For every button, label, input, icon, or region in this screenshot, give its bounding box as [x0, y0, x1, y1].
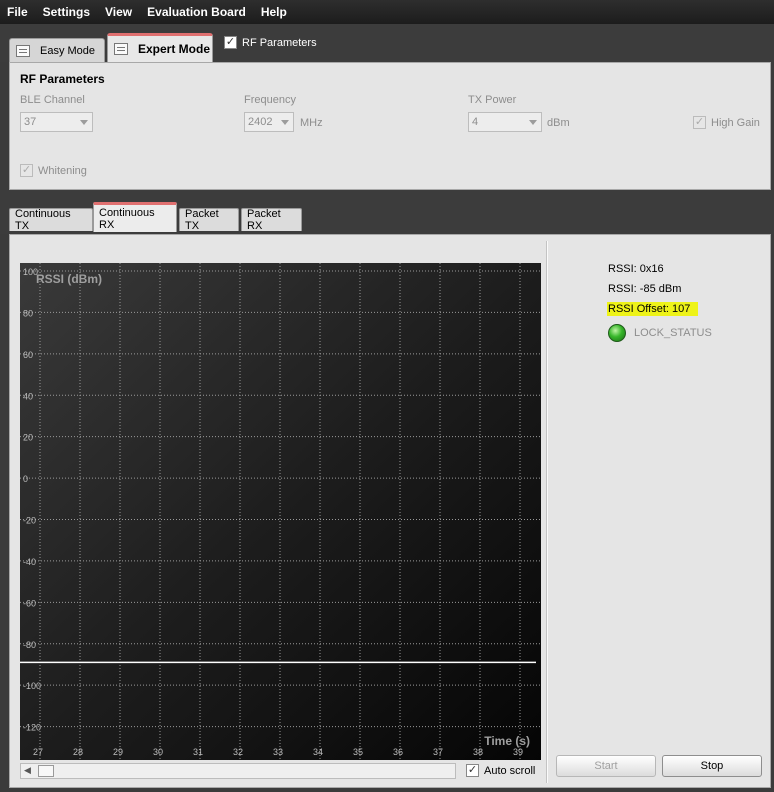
x-tick-label: 29	[113, 747, 123, 757]
y-tick-label: 40	[23, 391, 33, 401]
y-tick-label: -80	[23, 640, 36, 650]
scroll-left-icon[interactable]: ◀	[24, 765, 31, 776]
lock-status-label: LOCK_STATUS	[634, 327, 712, 339]
ble-channel-select[interactable]: 37	[20, 112, 93, 132]
x-tick-label: 30	[153, 747, 163, 757]
auto-scroll-label: Auto scroll	[484, 764, 536, 777]
x-axis-label: Time (s)	[484, 734, 530, 748]
frequency-label: Frequency	[244, 94, 296, 106]
rssi-offset-readout: RSSI Offset: 107	[607, 302, 699, 316]
frequency-value: 2402	[248, 116, 273, 128]
mode-tab-strip: Easy Mode Expert Mode ✓ RF Parameters	[0, 24, 774, 62]
easy-mode-icon	[16, 44, 30, 57]
x-tick-label: 37	[433, 747, 443, 757]
lock-status-indicator: LOCK_STATUS	[608, 324, 712, 342]
x-tick-label: 34	[313, 747, 323, 757]
stop-button[interactable]: Stop	[662, 755, 762, 777]
high-gain-checkbox[interactable]: ✓	[693, 116, 706, 129]
y-tick-label: -20	[23, 516, 36, 526]
menu-view[interactable]: View	[101, 5, 136, 19]
auto-scroll-checkbox[interactable]: ✓	[466, 764, 479, 777]
rssi-chart-svg: 27 28 29 30 31 32 33 34 35 36 37 38 39100806040200-2…	[20, 263, 541, 760]
tx-power-unit: dBm	[547, 117, 570, 129]
function-tab-strip: Continuous TX Continuous RX Packet TX Pa…	[0, 190, 774, 234]
rf-parameters-checkbox[interactable]: ✓	[224, 36, 237, 49]
y-tick-label: -100	[23, 681, 41, 691]
x-tick-label: 39	[513, 747, 523, 757]
tab-continuous-rx[interactable]: Continuous RX	[93, 202, 177, 232]
rf-parameters-toggle[interactable]: ✓ RF Parameters	[224, 36, 317, 49]
chevron-down-icon	[80, 120, 88, 125]
menu-file[interactable]: File	[3, 5, 32, 19]
continuous-rx-panel: 27 28 29 30 31 32 33 34 35 36 37 38 39 100 80 60 40 20 0 -2…	[9, 234, 771, 788]
tab-packet-tx[interactable]: Packet TX	[179, 208, 239, 232]
y-tick-label: -120	[23, 723, 41, 733]
y-tick-label: 0	[23, 474, 28, 484]
y-tick-label: -60	[23, 598, 36, 608]
expert-mode-icon	[114, 43, 128, 55]
rssi-hex-readout: RSSI: 0x16	[608, 263, 664, 275]
y-tick-label: 80	[23, 308, 33, 318]
tab-expert-mode[interactable]: Expert Mode	[107, 33, 213, 62]
chevron-down-icon	[281, 120, 289, 125]
tx-power-select[interactable]: 4	[468, 112, 542, 132]
x-tick-label: 31	[193, 747, 203, 757]
y-axis-label: RSSI (dBm)	[36, 272, 102, 286]
tab-continuous-tx[interactable]: Continuous TX	[9, 208, 93, 232]
tab-packet-rx[interactable]: Packet RX	[241, 208, 302, 232]
tab-easy-mode[interactable]: Easy Mode	[9, 38, 105, 62]
x-tick-label: 35	[353, 747, 363, 757]
rf-parameters-toggle-label: RF Parameters	[242, 36, 317, 49]
rf-parameters-title: RF Parameters	[20, 72, 105, 86]
frequency-select[interactable]: 2402	[244, 112, 294, 132]
auto-scroll-option[interactable]: ✓ Auto scroll	[466, 764, 535, 777]
x-tick-label: 33	[273, 747, 283, 757]
frequency-unit: MHz	[300, 117, 323, 129]
menu-bar: File Settings View Evaluation Board Help	[0, 0, 774, 24]
tab-expert-mode-label: Expert Mode	[138, 42, 211, 56]
y-tick-label: 20	[23, 433, 33, 443]
panel-splitter[interactable]	[546, 241, 548, 783]
start-button[interactable]: Start	[556, 755, 656, 777]
rssi-chart: 27 28 29 30 31 32 33 34 35 36 37 38 39 100 80 60 40 20 0 -2…	[20, 263, 541, 760]
high-gain-label: High Gain	[711, 116, 760, 129]
x-tick-label: 38	[473, 747, 483, 757]
chart-scrollbar[interactable]: ◀	[20, 763, 456, 779]
rf-parameters-panel: RF Parameters BLE Channel 37 Frequency 2…	[9, 62, 771, 190]
tab-easy-mode-label: Easy Mode	[40, 44, 96, 57]
ble-channel-value: 37	[24, 116, 37, 128]
menu-help[interactable]: Help	[257, 5, 291, 19]
tx-power-label: TX Power	[468, 94, 517, 106]
y-tick-label: -40	[23, 557, 36, 567]
whitening-checkbox[interactable]: ✓	[20, 164, 33, 177]
menu-settings[interactable]: Settings	[39, 5, 94, 19]
scrollbar-thumb[interactable]	[38, 765, 54, 777]
x-tick-label: 27	[33, 747, 43, 757]
whitening-option[interactable]: ✓ Whitening	[20, 164, 87, 177]
tx-power-value: 4	[472, 116, 479, 128]
rx-status-panel: RSSI: 0x16 RSSI: -85 dBm RSSI Offset: 10…	[607, 262, 712, 342]
x-tick-label: 36	[393, 747, 403, 757]
whitening-label: Whitening	[38, 164, 87, 177]
ble-channel-label: BLE Channel	[20, 94, 85, 106]
high-gain-option[interactable]: ✓ High Gain	[693, 116, 760, 129]
menu-evaluation-board[interactable]: Evaluation Board	[143, 5, 250, 19]
x-tick-label: 32	[233, 747, 243, 757]
lock-status-led-icon	[608, 324, 626, 342]
rssi-dbm-readout: RSSI: -85 dBm	[608, 283, 682, 295]
x-tick-label: 28	[73, 747, 83, 757]
y-tick-label: 60	[23, 350, 33, 360]
chevron-down-icon	[529, 120, 537, 125]
